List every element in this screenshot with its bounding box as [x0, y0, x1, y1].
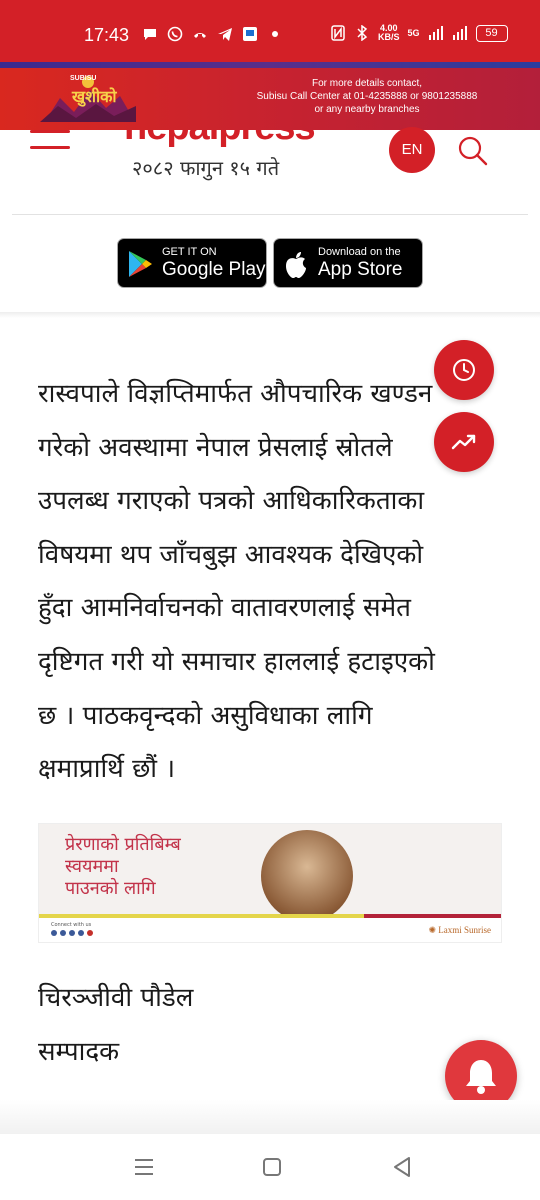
- article-body: रास्वपाले विज्ञप्तिमार्फत औपचारिक खण्डन …: [38, 368, 502, 797]
- social-icon: [69, 930, 75, 936]
- whatsapp-icon: [167, 26, 183, 42]
- top-ad-line-2: Subisu Call Center at 01-4235888 or 9801…: [256, 91, 478, 102]
- mid-ad-line-3: पाउनको लागि: [65, 878, 156, 899]
- app-store-badge[interactable]: Download on the App Store: [273, 238, 423, 288]
- bluetooth-icon: [357, 25, 368, 41]
- telegram-icon: [218, 28, 232, 41]
- language-toggle-button[interactable]: EN: [389, 127, 435, 173]
- signal-1-icon: [428, 26, 443, 40]
- article-line: दृष्टिगत गरी यो समाचार हाललाई हटाइएको: [38, 646, 435, 677]
- social-icon: [51, 930, 57, 936]
- system-icons: 4.00 KB/S 5G 59: [330, 24, 508, 42]
- top-ad-text: For more details contact, Subisu Call Ce…: [232, 77, 502, 116]
- battery-indicator: 59: [475, 24, 508, 42]
- back-icon[interactable]: [389, 1154, 415, 1180]
- social-icon: [60, 930, 66, 936]
- mid-ad-line-1: प्रेरणाको प्रतिबिम्ब: [65, 834, 181, 855]
- system-nav-bar: [0, 1134, 540, 1200]
- ad-brand: ✺ Laxmi Sunrise: [428, 925, 491, 935]
- recent-apps-icon[interactable]: [131, 1154, 157, 1180]
- history-button[interactable]: [434, 340, 494, 400]
- chat-bubble-icon: [144, 29, 156, 40]
- apple-icon: [286, 252, 306, 278]
- google-play-icon: [129, 251, 152, 277]
- header-divider: [12, 214, 528, 215]
- section-shadow: [0, 312, 540, 318]
- mid-ad-line-2: स्वयममा: [65, 856, 119, 877]
- missed-call-icon: [194, 33, 206, 38]
- article-line: विषयमा थप जाँचबुझ आवश्यक देखिएको: [38, 539, 424, 570]
- status-bar: 17:43 4.00 KB/S 5G 59: [0, 0, 540, 62]
- more-dot-icon: [272, 31, 278, 37]
- ad-brand-name: Laxmi Sunrise: [438, 925, 491, 935]
- header-date: २०८२ फागुन १५ गते: [132, 156, 280, 180]
- google-play-badge[interactable]: GET IT ON Google Play: [117, 238, 267, 288]
- clock-icon: [453, 359, 475, 381]
- app-store-small-text: Download on the: [318, 246, 401, 258]
- svg-text:SUBISU: SUBISU: [70, 75, 96, 82]
- home-icon[interactable]: [259, 1154, 285, 1180]
- article-line: रास्वपाले विज्ञप्तिमार्फत औपचारिक खण्डन: [38, 379, 433, 409]
- editor-title: सम्पादक: [38, 1037, 120, 1067]
- network-type: 5G: [407, 28, 420, 38]
- hamburger-icon[interactable]: [30, 130, 70, 150]
- trending-up-icon: [451, 434, 476, 450]
- article-line: हुँदा आमनिर्वाचनको वातावरणलाई समेत: [38, 593, 411, 624]
- google-play-big-text: Google Play: [162, 259, 266, 280]
- search-icon[interactable]: [456, 134, 488, 166]
- top-ad-line-3: or any nearby branches: [314, 104, 420, 115]
- article-line: छ । पाठकवृन्दको असुविधाका लागि: [38, 700, 373, 731]
- nfc-icon: [331, 25, 345, 41]
- laxmi-sunrise-advertisement[interactable]: प्रेरणाको प्रतिबिम्ब स्वयममा पाउनको लागि…: [38, 823, 502, 943]
- article-line: उपलब्ध गराएको पत्रको आधिकारिकताका: [38, 486, 425, 517]
- notification-icons: [142, 26, 283, 42]
- mid-ad-text: प्रेरणाको प्रतिबिम्ब स्वयममा पाउनको लागि: [65, 834, 181, 900]
- speed-unit: KB/S: [378, 32, 400, 42]
- signal-2-icon: [452, 26, 467, 40]
- editor-name: चिरञ्जीवी पौडेल: [38, 983, 194, 1013]
- article-line: क्षमाप्रार्थि छौं ।: [38, 754, 176, 785]
- ad-photo: [261, 830, 353, 922]
- top-advertisement[interactable]: खुशीको SUBISU For more details contact, …: [0, 62, 540, 130]
- social-icon: [87, 930, 93, 936]
- ad-footer: Connect with us ✺ Laxmi Sunrise: [39, 918, 501, 942]
- app-store-big-text: App Store: [318, 259, 403, 280]
- bottom-shadow: [0, 1100, 540, 1134]
- article-line: गरेको अवस्थामा नेपाल प्रेसलाई स्रोतले: [38, 432, 393, 463]
- trending-button[interactable]: [434, 412, 494, 472]
- social-icons: [51, 930, 93, 936]
- svg-text:खुशीको: खुशीको: [71, 87, 117, 107]
- subisu-logo: खुशीको SUBISU: [40, 75, 136, 122]
- top-ad-line-1: For more details contact,: [311, 78, 423, 89]
- google-play-small-text: GET IT ON: [162, 246, 217, 258]
- ad-contact-text: Connect with us: [51, 922, 92, 928]
- social-icon: [78, 930, 84, 936]
- network-speed: 4.00 KB/S: [378, 24, 400, 42]
- bell-icon: [466, 1060, 496, 1094]
- status-time: 17:43: [84, 25, 130, 45]
- app-notification-icon: [243, 27, 257, 41]
